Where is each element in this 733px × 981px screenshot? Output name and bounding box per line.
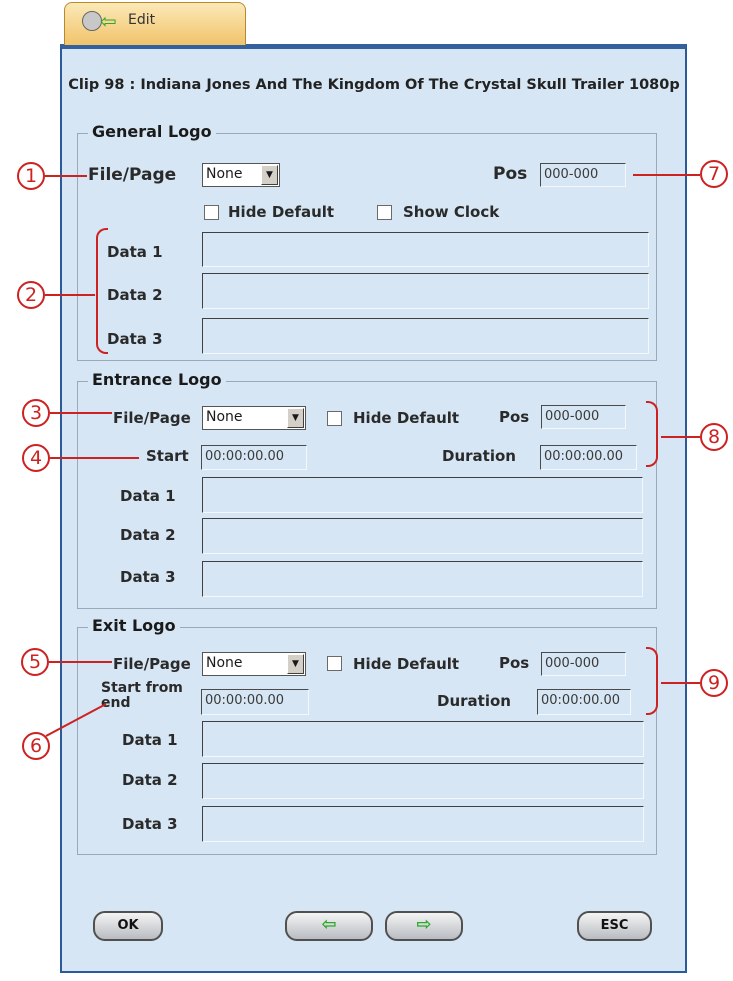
entrance-data2-label: Data 2 [120, 526, 176, 544]
exit-data3-field[interactable] [202, 806, 644, 842]
callout-8: 8 [700, 423, 728, 451]
general-data1-label: Data 1 [107, 243, 163, 261]
callout-2-line [45, 294, 95, 296]
tab-edit-label: Edit [128, 12, 156, 28]
general-data2-label: Data 2 [107, 286, 163, 304]
callout-2-brace [96, 228, 108, 354]
general-hide-default-checkbox[interactable] [204, 205, 219, 220]
exit-start-field[interactable]: 00:00:00.00 [201, 689, 309, 715]
exit-hide-default-checkbox[interactable] [327, 656, 342, 671]
entrance-data2-field[interactable] [202, 518, 643, 554]
general-pos-field[interactable]: 000-000 [540, 163, 626, 187]
exit-start-label: Start from end [101, 681, 183, 711]
exit-data1-label: Data 1 [122, 731, 178, 749]
entrance-data1-label: Data 1 [120, 487, 176, 505]
exit-duration-label: Duration [437, 692, 511, 710]
general-show-clock-checkbox[interactable] [377, 205, 392, 220]
callout-1: 1 [17, 162, 45, 190]
chevron-down-icon[interactable]: ▼ [261, 165, 278, 185]
entrance-file-page-value: None [206, 409, 243, 425]
entrance-logo-legend: Entrance Logo [88, 370, 226, 389]
general-data3-label: Data 3 [107, 330, 163, 348]
callout-6-line [45, 703, 107, 737]
entrance-data3-field[interactable] [202, 561, 643, 597]
exit-start-label-line2: end [101, 695, 131, 711]
callout-3-line [50, 412, 112, 414]
entrance-data3-label: Data 3 [120, 568, 176, 586]
exit-pos-field[interactable]: 000-000 [541, 652, 626, 676]
callout-7-line [633, 174, 700, 176]
callout-5-line [49, 661, 112, 663]
exit-file-page-label: File/Page [113, 655, 191, 673]
callout-2: 2 [17, 281, 45, 309]
next-button[interactable]: ⇨ [385, 911, 463, 941]
general-hide-default-label: Hide Default [228, 203, 335, 221]
general-file-page-select[interactable]: None ▼ [202, 163, 280, 187]
general-data1-field[interactable] [202, 232, 649, 267]
exit-data1-field[interactable] [202, 721, 644, 757]
entrance-file-page-select[interactable]: None ▼ [202, 406, 306, 430]
exit-pos-label: Pos [499, 654, 530, 672]
entrance-start-label: Start [146, 447, 189, 465]
exit-logo-legend: Exit Logo [88, 616, 180, 635]
exit-file-page-value: None [206, 655, 243, 671]
exit-hide-default-label: Hide Default [353, 655, 460, 673]
back-arrow-icon: ⇦ [100, 9, 117, 33]
callout-9-line [661, 682, 700, 684]
left-arrow-icon: ⇦ [321, 914, 337, 935]
general-logo-legend: General Logo [88, 122, 216, 141]
exit-file-page-select[interactable]: None ▼ [202, 652, 306, 676]
chevron-down-icon[interactable]: ▼ [287, 654, 304, 674]
exit-start-label-line1: Start from [101, 680, 183, 696]
entrance-data1-field[interactable] [202, 477, 643, 513]
callout-7: 7 [700, 160, 728, 188]
entrance-duration-label: Duration [442, 447, 516, 465]
right-arrow-icon: ⇨ [416, 914, 432, 935]
entrance-pos-field[interactable]: 000-000 [541, 405, 626, 429]
film-reel-icon [82, 11, 102, 31]
exit-data3-label: Data 3 [122, 815, 178, 833]
entrance-duration-field[interactable]: 00:00:00.00 [540, 445, 637, 470]
exit-data2-label: Data 2 [122, 771, 178, 789]
exit-duration-field[interactable]: 00:00:00.00 [537, 689, 631, 715]
general-show-clock-label: Show Clock [403, 203, 500, 221]
callout-4: 4 [22, 444, 50, 472]
exit-data2-field[interactable] [202, 763, 644, 799]
entrance-pos-label: Pos [499, 408, 530, 426]
callout-9: 9 [700, 669, 728, 697]
chevron-down-icon[interactable]: ▼ [287, 408, 304, 428]
general-data2-field[interactable] [202, 273, 649, 309]
entrance-hide-default-label: Hide Default [353, 409, 460, 427]
esc-button[interactable]: ESC [577, 911, 652, 941]
callout-8-brace [646, 401, 658, 467]
callout-8-line [661, 436, 700, 438]
general-file-page-label: File/Page [88, 165, 177, 185]
general-file-page-value: None [206, 166, 243, 182]
entrance-hide-default-checkbox[interactable] [327, 411, 342, 426]
previous-button[interactable]: ⇦ [285, 911, 373, 941]
entrance-start-field[interactable]: 00:00:00.00 [201, 445, 307, 470]
callout-3: 3 [22, 399, 50, 427]
ok-button[interactable]: OK [93, 911, 163, 941]
entrance-file-page-label: File/Page [113, 409, 191, 427]
general-pos-label: Pos [493, 164, 528, 184]
general-data3-field[interactable] [202, 318, 649, 354]
callout-4-line [50, 457, 139, 459]
callout-1-line [45, 175, 87, 177]
clip-title: Clip 98 : Indiana Jones And The Kingdom … [68, 77, 680, 93]
callout-9-brace [646, 647, 658, 715]
callout-5: 5 [21, 648, 49, 676]
